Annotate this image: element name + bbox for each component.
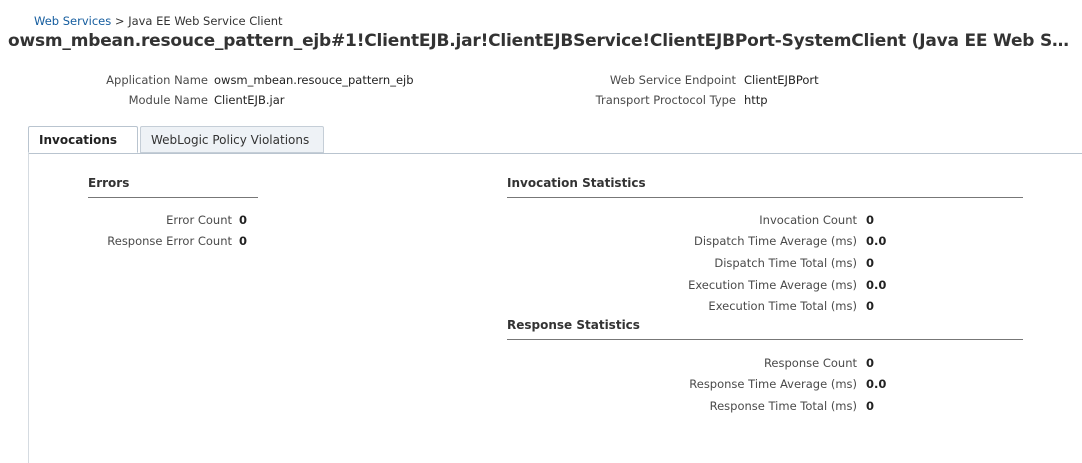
response-count-value: 0 <box>866 356 875 370</box>
response-time-average-label: Response Time Average (ms) <box>689 377 857 391</box>
response-stats-rule <box>507 339 1023 340</box>
dispatch-time-average-label: Dispatch Time Average (ms) <box>693 234 857 248</box>
invocation-stats-rule <box>507 197 1023 198</box>
breadcrumb: Web Services > Java EE Web Service Clien… <box>34 14 283 28</box>
dispatch-time-total-value: 0 <box>866 256 875 270</box>
breadcrumb-current: Java EE Web Service Client <box>128 14 283 28</box>
tab-underline <box>28 153 1082 154</box>
endpoint-value: ClientEJBPort <box>744 73 819 87</box>
response-time-average-value: 0.0 <box>866 377 887 391</box>
module-name-label: Module Name <box>128 93 208 107</box>
dispatch-time-total-label: Dispatch Time Total (ms) <box>714 256 857 270</box>
application-name-value: owsm_mbean.resouce_pattern_ejb <box>214 73 414 87</box>
page-title: owsm_mbean.resouce_pattern_ejb#1!ClientE… <box>8 31 1076 51</box>
response-stats-title: Response Statistics <box>507 318 640 332</box>
tab-invocations[interactable]: Invocations <box>28 126 138 153</box>
error-count-label: Error Count <box>166 213 232 227</box>
content-border <box>28 153 29 463</box>
response-error-count-label: Response Error Count <box>107 234 232 248</box>
execution-time-total-label: Execution Time Total (ms) <box>708 299 857 313</box>
application-name-label: Application Name <box>106 73 208 87</box>
dispatch-time-average-value: 0.0 <box>866 234 887 248</box>
response-count-label: Response Count <box>763 356 857 370</box>
execution-time-total-value: 0 <box>866 299 875 313</box>
invocation-stats-title: Invocation Statistics <box>507 176 646 190</box>
invocation-count-label: Invocation Count <box>759 213 857 227</box>
module-name-value: ClientEJB.jar <box>214 93 285 107</box>
error-count-value: 0 <box>239 213 248 227</box>
errors-section-title: Errors <box>88 176 130 190</box>
invocation-count-value: 0 <box>866 213 875 227</box>
response-error-count-value: 0 <box>239 234 248 248</box>
transport-label: Transport Proctocol Type <box>595 93 736 107</box>
breadcrumb-separator: > <box>114 14 125 28</box>
response-time-total-label: Response Time Total (ms) <box>709 399 857 413</box>
execution-time-average-label: Execution Time Average (ms) <box>688 278 857 292</box>
tab-weblogic-policy-violations[interactable]: WebLogic Policy Violations <box>140 126 324 153</box>
transport-value: http <box>744 93 768 107</box>
breadcrumb-link-web-services[interactable]: Web Services <box>34 14 111 28</box>
endpoint-label: Web Service Endpoint <box>609 73 736 87</box>
execution-time-average-value: 0.0 <box>866 278 887 292</box>
response-time-total-value: 0 <box>866 399 875 413</box>
errors-section-rule <box>88 197 258 198</box>
